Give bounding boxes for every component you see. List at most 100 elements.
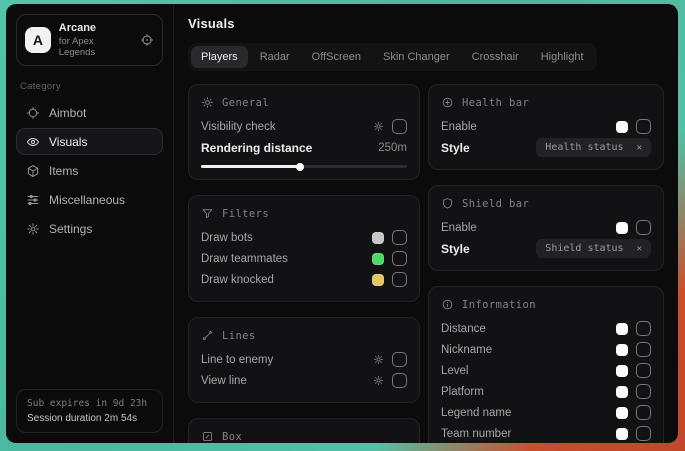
color-swatch[interactable] — [616, 222, 628, 234]
gear-icon[interactable] — [373, 354, 384, 365]
right-column: Health bar Enable Style Health s — [428, 84, 664, 443]
setting-row-nickname: Nickname — [441, 339, 651, 360]
sidebar-item-label: Visuals — [49, 135, 87, 149]
tab-highlight[interactable]: Highlight — [531, 46, 594, 68]
setting-row-draw-knocked: Draw knocked — [201, 269, 407, 290]
panel-header: Shield bar — [441, 197, 651, 210]
color-swatch[interactable] — [616, 407, 628, 419]
color-swatch[interactable] — [616, 365, 628, 377]
slider-fill — [201, 165, 300, 168]
level-checkbox[interactable] — [636, 363, 651, 378]
health-style-select[interactable]: Health status ✕ — [536, 138, 651, 157]
tab-skin-changer[interactable]: Skin Changer — [373, 46, 460, 68]
setting-row-draw-teammates: Draw teammates — [201, 248, 407, 269]
panel-shield-bar: Shield bar Enable Style Shield s — [428, 185, 664, 271]
eye-icon — [26, 135, 40, 149]
app-window: A Arcane for Apex Legends Category Aimbo… — [6, 4, 678, 443]
target-icon[interactable] — [140, 33, 154, 47]
panel-title: Filters — [222, 208, 269, 220]
sidebar-item-items[interactable]: Items — [16, 157, 163, 184]
sidebar-category-label: Category — [20, 81, 159, 92]
legend-name-checkbox[interactable] — [636, 405, 651, 420]
app-title-block: Arcane for Apex Legends — [59, 22, 132, 58]
app-logo: A — [25, 27, 51, 53]
row-label: Style — [441, 242, 470, 256]
panel-filters: Filters Draw bots Draw teammates — [188, 195, 420, 302]
main-content: Visuals Players Radar OffScreen Skin Cha… — [174, 4, 678, 443]
draw-bots-checkbox[interactable] — [392, 230, 407, 245]
page-title: Visuals — [188, 16, 664, 31]
rendering-distance-slider[interactable] — [201, 165, 407, 168]
panel-health-bar: Health bar Enable Style Health s — [428, 84, 664, 170]
slider-handle[interactable] — [296, 163, 304, 171]
gear-icon[interactable] — [373, 375, 384, 386]
close-icon[interactable]: ✕ — [637, 244, 642, 254]
left-column: General Visibility check — [188, 84, 420, 443]
color-swatch[interactable] — [372, 274, 384, 286]
draw-teammates-checkbox[interactable] — [392, 251, 407, 266]
setting-row-platform: Platform — [441, 381, 651, 402]
draw-knocked-checkbox[interactable] — [392, 272, 407, 287]
setting-row-legend-name: Legend name — [441, 402, 651, 423]
health-enable-checkbox[interactable] — [636, 119, 651, 134]
panel-information: Information Distance Nickname Level — [428, 286, 664, 443]
subscription-card: Sub expires in 9d 23h Session duration 2… — [16, 389, 163, 433]
row-label: Team number — [441, 428, 511, 440]
setting-row-view-line: View line — [201, 370, 407, 391]
visibility-check-checkbox[interactable] — [392, 119, 407, 134]
shield-style-select[interactable]: Shield status ✕ — [536, 239, 651, 258]
setting-row-visibility-check: Visibility check — [201, 116, 407, 137]
tab-radar[interactable]: Radar — [250, 46, 300, 68]
tab-offscreen[interactable]: OffScreen — [302, 46, 371, 68]
color-swatch[interactable] — [616, 344, 628, 356]
panel-title: Shield bar — [462, 198, 529, 210]
team-number-checkbox[interactable] — [636, 426, 651, 441]
close-icon[interactable]: ✕ — [637, 143, 642, 153]
shield-enable-checkbox[interactable] — [636, 220, 651, 235]
row-label: Enable — [441, 222, 477, 234]
line-icon — [201, 329, 214, 342]
color-swatch[interactable] — [616, 386, 628, 398]
panel-title: Health bar — [462, 97, 529, 109]
row-label: Draw bots — [201, 232, 253, 244]
sidebar-item-label: Settings — [49, 222, 92, 236]
color-swatch[interactable] — [616, 323, 628, 335]
setting-row-line-to-enemy: Line to enemy — [201, 349, 407, 370]
session-duration-text: Session duration 2m 54s — [27, 413, 152, 424]
panel-box: Box Enable Enable background — [188, 418, 420, 443]
sun-icon — [201, 96, 214, 109]
color-swatch[interactable] — [372, 253, 384, 265]
sidebar-item-miscellaneous[interactable]: Miscellaneous — [16, 186, 163, 213]
color-swatch[interactable] — [372, 232, 384, 244]
setting-row-shield-enable: Enable — [441, 217, 651, 238]
tab-players[interactable]: Players — [191, 46, 248, 68]
setting-row-shield-style: Style Shield status ✕ — [441, 238, 651, 259]
platform-checkbox[interactable] — [636, 384, 651, 399]
color-swatch[interactable] — [616, 428, 628, 440]
row-label: Enable — [441, 121, 477, 133]
panel-header: Information — [441, 298, 651, 311]
box-icon — [201, 430, 214, 443]
panel-title: General — [222, 97, 269, 109]
health-cross-icon — [441, 96, 454, 109]
sidebar-item-visuals[interactable]: Visuals — [16, 128, 163, 155]
sidebar-item-label: Miscellaneous — [49, 193, 125, 207]
row-label: Distance — [441, 323, 486, 335]
setting-row-health-enable: Enable — [441, 116, 651, 137]
panel-header: Health bar — [441, 96, 651, 109]
color-swatch[interactable] — [616, 121, 628, 133]
distance-checkbox[interactable] — [636, 321, 651, 336]
panel-header: Filters — [201, 207, 407, 220]
selected-option-label: Shield status — [545, 243, 623, 254]
gear-icon[interactable] — [373, 121, 384, 132]
view-line-checkbox[interactable] — [392, 373, 407, 388]
nickname-checkbox[interactable] — [636, 342, 651, 357]
sidebar: A Arcane for Apex Legends Category Aimbo… — [6, 4, 174, 443]
tab-crosshair[interactable]: Crosshair — [462, 46, 529, 68]
sidebar-item-aimbot[interactable]: Aimbot — [16, 99, 163, 126]
row-label: Platform — [441, 386, 484, 398]
line-to-enemy-checkbox[interactable] — [392, 352, 407, 367]
sidebar-item-settings[interactable]: Settings — [16, 215, 163, 242]
panel-header: Box — [201, 430, 407, 443]
panel-title: Box — [222, 431, 242, 443]
